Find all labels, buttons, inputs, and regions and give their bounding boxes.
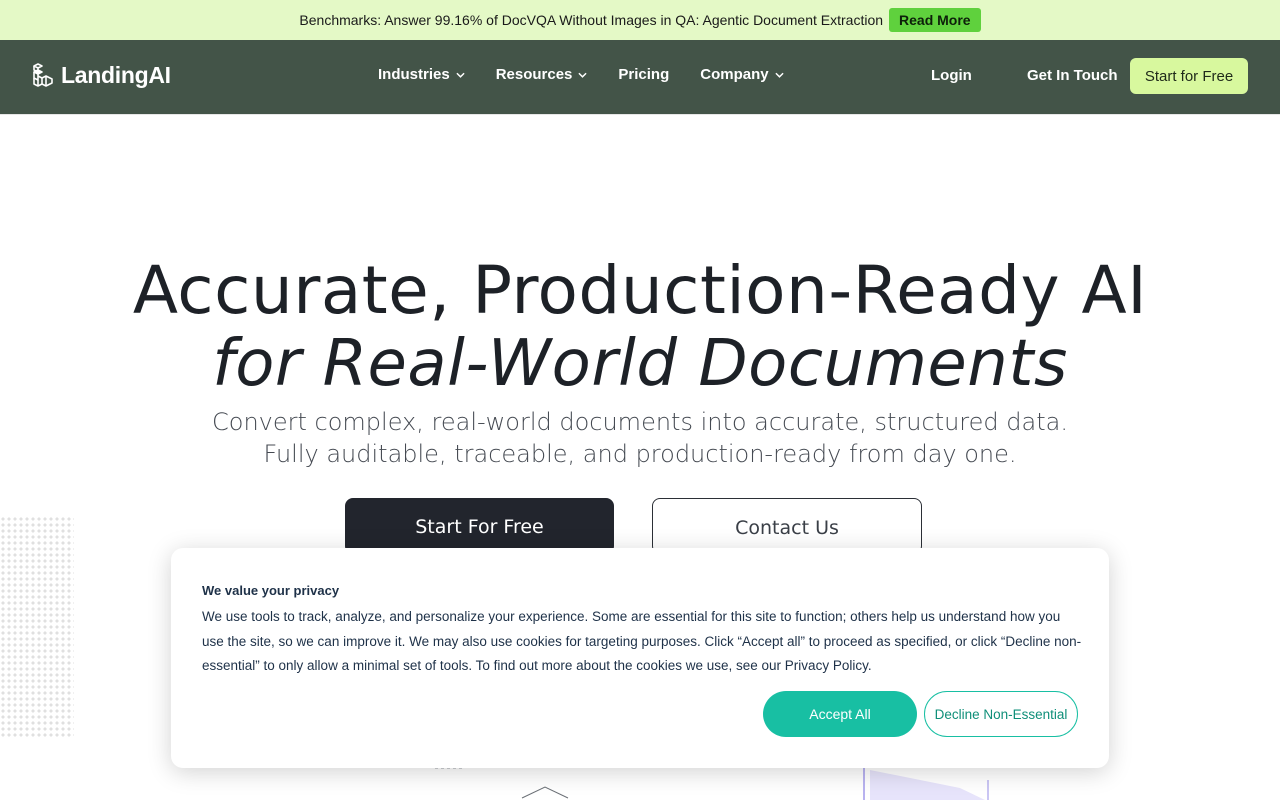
read-more-button[interactable]: Read More bbox=[889, 8, 981, 32]
nav-link-company[interactable]: Company bbox=[700, 66, 784, 83]
decorative-dot-pattern bbox=[0, 516, 74, 738]
start-for-free-nav-button[interactable]: Start for Free bbox=[1130, 58, 1248, 94]
nav-link-label: Company bbox=[700, 66, 769, 83]
hero-subtitle: Convert complex, real-world documents in… bbox=[212, 408, 1068, 468]
cookie-body: We use tools to track, analyze, and pers… bbox=[202, 609, 1082, 673]
hero-title-italic: for Real-World Documents bbox=[212, 327, 1068, 401]
chevron-down-icon bbox=[456, 72, 465, 78]
nav-link-label: Resources bbox=[495, 66, 573, 83]
landingai-logo-icon bbox=[33, 63, 53, 87]
nav-link-pricing[interactable]: Pricing bbox=[618, 66, 669, 83]
nav-links: Industries Resources Pricing Company bbox=[378, 66, 784, 83]
brand-name: LandingAI bbox=[61, 61, 171, 88]
announcement-text: Benchmarks: Answer 99.16% of DocVQA With… bbox=[299, 12, 884, 28]
nav-link-label: Industries bbox=[378, 66, 450, 83]
get-in-touch-link[interactable]: Get In Touch bbox=[1027, 67, 1118, 84]
contact-us-button[interactable]: Contact Us bbox=[652, 498, 922, 554]
cookie-consent-dialog: We value your privacy We use tools to tr… bbox=[171, 548, 1109, 768]
chevron-down-icon bbox=[775, 72, 784, 78]
brand-logo[interactable]: LandingAI bbox=[31, 60, 171, 90]
chevron-down-icon bbox=[578, 72, 588, 78]
hero-title: Accurate, Production-Ready AI bbox=[132, 252, 1148, 329]
start-for-free-button[interactable]: Start For Free bbox=[345, 498, 614, 554]
top-navigation: LandingAI Industries Resources Pricing C… bbox=[0, 40, 1280, 114]
cookie-title: We value your privacy bbox=[202, 583, 340, 598]
nav-divider bbox=[0, 114, 1280, 115]
nav-link-industries[interactable]: Industries bbox=[378, 66, 465, 83]
nav-link-label: Pricing bbox=[618, 66, 670, 83]
announcement-bar: Benchmarks: Answer 99.16% of DocVQA With… bbox=[0, 0, 1280, 40]
nav-link-resources[interactable]: Resources bbox=[496, 66, 588, 83]
decline-non-essential-button[interactable]: Decline Non-Essential bbox=[924, 691, 1078, 737]
login-link[interactable]: Login bbox=[931, 67, 972, 84]
accept-all-button[interactable]: Accept All bbox=[763, 691, 917, 737]
